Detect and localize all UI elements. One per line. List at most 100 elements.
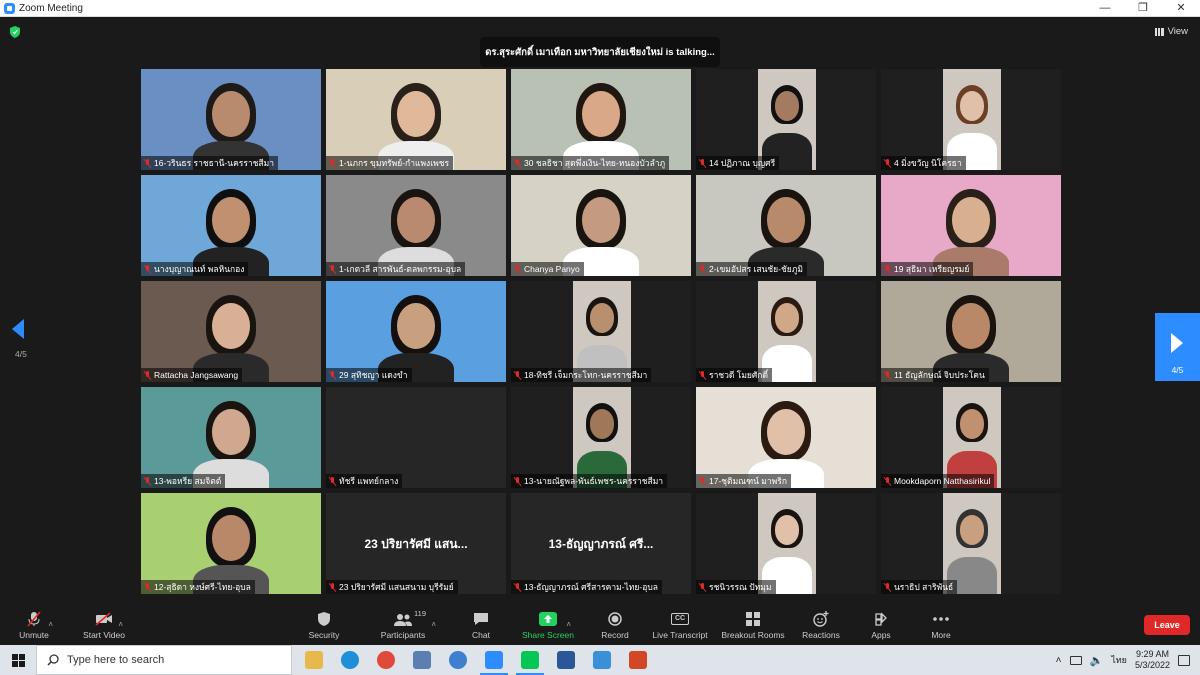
participant-video	[141, 387, 321, 488]
clock[interactable]: 9:29 AM 5/3/2022	[1135, 649, 1170, 671]
previous-page-icon[interactable]	[12, 319, 24, 339]
app-icon[interactable]	[404, 645, 440, 675]
participant-display-name: 23 ปริยารัศมี แสน...	[364, 537, 468, 551]
microphone-muted-icon	[514, 582, 521, 592]
zoom-icon[interactable]	[476, 645, 512, 675]
video-gallery: 16-วรินธร ราชธานี-นครราชสีมา 1-นภกร ขุมทร…	[141, 69, 1061, 595]
more-button[interactable]: More	[924, 605, 958, 645]
unmute-button[interactable]: ˄ Unmute	[14, 605, 54, 645]
participant-video-tile[interactable]: 13-ธัญญาภรณ์ ศรี... 13-ธัญญาภรณ์ ศรีสารคา…	[511, 493, 691, 594]
minimize-button[interactable]: —	[1086, 0, 1124, 17]
participant-video-tile[interactable]: Chanya Panyo	[511, 175, 691, 276]
microphone-muted-icon	[144, 476, 151, 486]
participant-name-label: 17-ชุติมณฑน์ มาพริก	[696, 474, 791, 488]
participant-name-label: รชนิวรรณ ปัทมุม	[696, 580, 776, 594]
chevron-up-icon[interactable]: ˄	[1056, 655, 1062, 666]
record-button[interactable]: Record	[598, 605, 632, 645]
participant-video-tile[interactable]: 4 มิ่งขวัญ นิโครธา	[881, 69, 1061, 170]
word-icon[interactable]	[548, 645, 584, 675]
participant-video-tile[interactable]: 1-เกตวลี สารพันธ์-ตลพกรรม-อุบล	[326, 175, 506, 276]
participant-video-tile[interactable]: รชนิวรรณ ปัทมุม	[696, 493, 876, 594]
participant-video-tile[interactable]: 13-พอหรีย สมจิตต์	[141, 387, 321, 488]
participant-name: ราชวดี โมยศักดิ์	[709, 370, 768, 380]
participant-video	[696, 175, 876, 276]
participant-video-tile[interactable]: Mookdaporn Natthasirikul	[881, 387, 1061, 488]
participant-name-label: 13-พอหรีย สมจิตต์	[141, 474, 226, 488]
participant-name-label: 16-วรินธร ราชธานี-นครราชสีมา	[141, 156, 278, 170]
participant-name-label: 13-ธัญญาภรณ์ ศรีสารคาม-ไทย-อุบล	[511, 580, 662, 594]
more-dots-icon	[932, 611, 950, 627]
notifications-icon[interactable]	[1178, 654, 1190, 666]
participant-video	[943, 493, 1001, 594]
participant-name-label: ทัชรี แพทย์กลาง	[326, 474, 403, 488]
next-page-button[interactable]: 4/5	[1155, 313, 1200, 381]
participant-video-tile[interactable]: 14 ปฏิภาณ บุญศรี	[696, 69, 876, 170]
participant-name: 14 ปฏิภาณ บุญศรี	[709, 158, 776, 168]
chrome-icon[interactable]	[368, 645, 404, 675]
chat-button[interactable]: Chat	[466, 605, 496, 645]
chevron-up-icon[interactable]: ˄	[118, 620, 123, 629]
shield-icon[interactable]	[10, 26, 20, 38]
volume-icon[interactable]: 🔈	[1090, 654, 1104, 667]
reactions-button[interactable]: Reactions	[800, 605, 842, 645]
participant-video-tile[interactable]: Rattacha Jangsawang	[141, 281, 321, 382]
globe-icon[interactable]	[440, 645, 476, 675]
chevron-up-icon[interactable]: ˄	[566, 620, 571, 629]
participant-video-tile[interactable]: 29 สุทิชญา แดงขำ	[326, 281, 506, 382]
unmute-label: Unmute	[19, 630, 49, 640]
participant-video-tile[interactable]: 23 ปริยารัศมี แสน... 23 ปริยารัศมี แสนสนา…	[326, 493, 506, 594]
share-screen-button[interactable]: ˄ Share Screen	[520, 605, 576, 645]
title-bar: Zoom Meeting — ❐ ✕	[0, 0, 1200, 17]
participants-button[interactable]: 119 ˄ Participants	[378, 605, 436, 645]
language-indicator[interactable]: ไทย	[1111, 653, 1127, 667]
participant-name-label: 12-สุธิดา หงษ์ศรี-ไทย-อุบล	[141, 580, 255, 594]
search-icon	[47, 654, 59, 666]
participant-name: 1-นภกร ขุมทรัพย์-กำแพงเพชร	[339, 158, 450, 168]
edge-icon[interactable]	[332, 645, 368, 675]
windows-taskbar: Type here to search ˄ 🔈 ไทย 9:29 AM 5/3/…	[0, 645, 1200, 675]
participant-video-tile[interactable]: 17-ชุติมณฑน์ มาพริก	[696, 387, 876, 488]
breakout-rooms-button[interactable]: Breakout Rooms	[718, 605, 788, 645]
participant-video-tile[interactable]: 18-ทิชรี เจ็มกระโทก-นครราชสีมา	[511, 281, 691, 382]
next-page-icon	[1171, 333, 1183, 353]
participant-video	[141, 175, 321, 276]
view-button[interactable]: View	[1154, 26, 1188, 37]
live-transcript-button[interactable]: CC Live Transcript	[650, 605, 710, 645]
chevron-up-icon[interactable]: ˄	[431, 620, 436, 629]
chat-label: Chat	[472, 630, 490, 640]
participant-video-tile[interactable]: นราธิป สาริพันธ์	[881, 493, 1061, 594]
participant-video-tile[interactable]: ราชวดี โมยศักดิ์	[696, 281, 876, 382]
taskbar-search-box[interactable]: Type here to search	[36, 645, 292, 675]
line-icon[interactable]	[512, 645, 548, 675]
chevron-up-icon[interactable]: ˄	[48, 620, 53, 629]
system-tray: ˄ 🔈 ไทย 9:29 AM 5/3/2022	[1056, 645, 1200, 675]
network-icon[interactable]	[1069, 655, 1082, 665]
microphone-muted-icon	[699, 264, 706, 274]
participant-video-tile[interactable]: 1-นภกร ขุมทรัพย์-กำแพงเพชร	[326, 69, 506, 170]
powerpoint-icon[interactable]	[620, 645, 656, 675]
participant-video-tile[interactable]: 13-นายณัฐพล-พันธ์เพชร-นครราชสีมา	[511, 387, 691, 488]
participant-video-tile[interactable]: 2-เขมอัปสร เสนชัย-ชัยภูมิ	[696, 175, 876, 276]
start-video-button[interactable]: ˄ Start Video	[80, 605, 128, 645]
leave-button[interactable]: Leave	[1144, 615, 1190, 635]
security-button[interactable]: Security	[304, 605, 344, 645]
participant-video-tile[interactable]: นางบุญาณนท์ พลหินกอง	[141, 175, 321, 276]
participant-name: 19 สุธิมา เหรียญรมย์	[894, 264, 970, 274]
participant-video-tile[interactable]: 30 ชลธิชา สุดพึ่งเงิน-ไทย-หนองบัวลำภู	[511, 69, 691, 170]
maximize-button[interactable]: ❐	[1124, 0, 1162, 17]
participant-video-tile[interactable]: 12-สุธิดา หงษ์ศรี-ไทย-อุบล	[141, 493, 321, 594]
close-button[interactable]: ✕	[1162, 0, 1200, 17]
start-button[interactable]	[0, 645, 36, 675]
participant-video-tile[interactable]: 11 ธัญลักษณ์ จิบประโคน	[881, 281, 1061, 382]
microphone-muted-icon	[144, 158, 151, 168]
apps-button[interactable]: Apps	[866, 605, 896, 645]
microphone-muted-icon	[884, 476, 891, 486]
participant-video-tile[interactable]: ทัชรี แพทย์กลาง	[326, 387, 506, 488]
security-shield-icon	[315, 611, 333, 627]
photos-icon[interactable]	[584, 645, 620, 675]
participant-video-tile[interactable]: 19 สุธิมา เหรียญรมย์	[881, 175, 1061, 276]
file-explorer-icon[interactable]	[296, 645, 332, 675]
microphone-muted-icon	[884, 158, 891, 168]
participant-video-tile[interactable]: 16-วรินธร ราชธานี-นครราชสีมา	[141, 69, 321, 170]
share-screen-label: Share Screen	[522, 630, 574, 640]
